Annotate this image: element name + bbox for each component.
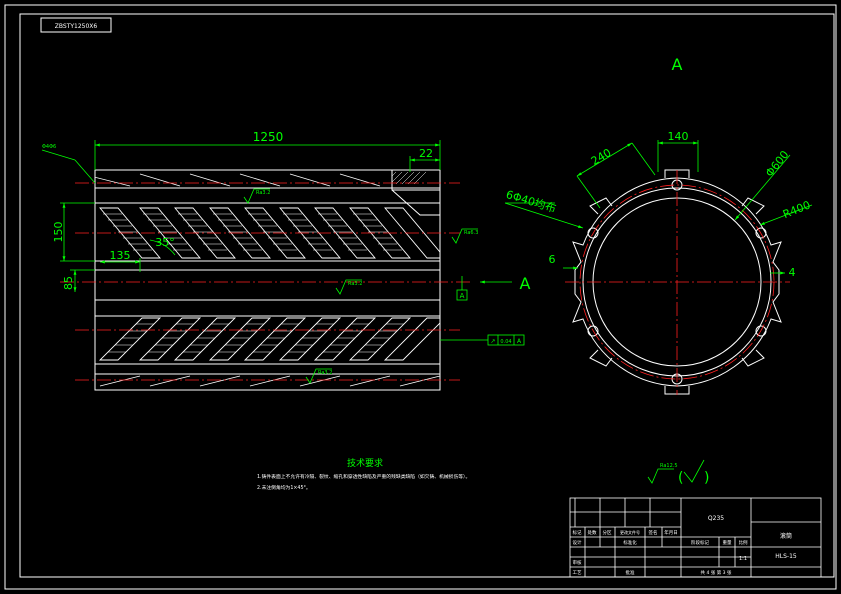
lower-helix-blades xyxy=(98,317,440,361)
tb-count: 处数 xyxy=(588,529,597,536)
end-view-center-lines xyxy=(565,170,790,395)
tb-part-name: 滚筒 xyxy=(780,532,792,540)
tolerance-symbol: ↗ xyxy=(490,338,495,345)
dim-pitch-135: 135 xyxy=(110,249,131,262)
tb-weight: 重量 xyxy=(723,539,732,546)
tb-zone: 分区 xyxy=(603,529,612,536)
dim-end-step: 22 xyxy=(419,147,433,160)
tb-stage-mark: 阶段标记 xyxy=(691,539,709,546)
section-arrow-label: A xyxy=(520,274,531,293)
tech-line1: 1.铸件表面上不允许有冷隔、裂纹、缩孔和穿透性缺陷及严重的残缺类缺陷（如欠铸、机… xyxy=(257,473,470,480)
tb-standardize: 标准化 xyxy=(623,539,637,546)
tb-approve: 批准 xyxy=(626,569,635,576)
tech-line2: 2.未注倒角均为1×45°。 xyxy=(257,484,311,491)
tolerance-datum: A xyxy=(517,338,522,345)
left-note: Φ4Φ6 xyxy=(42,144,56,150)
tech-title: 技术要求 xyxy=(347,457,383,469)
outer-border xyxy=(4,4,837,590)
tb-mark: 标记 xyxy=(573,529,582,536)
dim-outer-dia: Φ600 xyxy=(763,148,792,179)
end-recess-hatch xyxy=(391,171,427,185)
roughness-r2: Ra6.3 xyxy=(464,230,478,236)
top-helix-strip xyxy=(95,173,381,187)
tb-drawing-no: HLS-15 xyxy=(775,553,797,560)
tb-change-doc: 更改文件号 xyxy=(620,529,640,535)
roughness-r4: Ra3.2 xyxy=(318,370,332,376)
inner-border xyxy=(19,13,835,578)
dim-chord-240: 240 xyxy=(589,146,614,168)
general-roughness-value: Ra12.5 xyxy=(660,463,678,469)
tb-scale: 1:1 xyxy=(739,556,747,562)
code-box-text: ZBSTY1250X6 xyxy=(55,23,98,30)
dim-overall-length: 1250 xyxy=(253,130,284,144)
datum-marks xyxy=(440,276,525,346)
view-label: A xyxy=(672,55,683,74)
dim-inner-radius: R400 xyxy=(781,198,812,221)
front-dims xyxy=(41,140,441,292)
dim-groove-6: 6 xyxy=(549,253,556,266)
dim-chord-140: 140 xyxy=(668,130,689,143)
general-roughness-close: ) xyxy=(704,470,709,486)
cad-drawing: ZBSTY1250X6 1250 22 150 135 35° 85 Φ4Φ6 … xyxy=(4,4,837,590)
tb-design: 设计 xyxy=(573,539,582,546)
dim-groove-4: 4 xyxy=(789,266,796,279)
dim-height-150: 150 xyxy=(52,222,65,243)
tb-check: 审核 xyxy=(573,559,582,566)
tolerance-value: 0.04 xyxy=(500,339,511,345)
tb-date: 年月日 xyxy=(664,529,678,536)
roughness-r1: Ra3.2 xyxy=(256,190,270,196)
tb-ratio: 比例 xyxy=(739,539,748,546)
tb-material: Q235 xyxy=(708,515,724,522)
tb-signature: 签名 xyxy=(649,529,658,536)
tb-sheet: 共 4 张 第 3 张 xyxy=(701,569,732,576)
dim-offset-85: 85 xyxy=(62,276,75,290)
tb-process: 工艺 xyxy=(573,570,582,576)
general-roughness-open: ( xyxy=(678,470,683,486)
bottom-helix-strip xyxy=(99,375,440,387)
datum-left-label: A xyxy=(460,292,465,300)
dim-angle: 35° xyxy=(155,236,175,249)
roughness-r3: Ra3.2 xyxy=(348,281,362,287)
